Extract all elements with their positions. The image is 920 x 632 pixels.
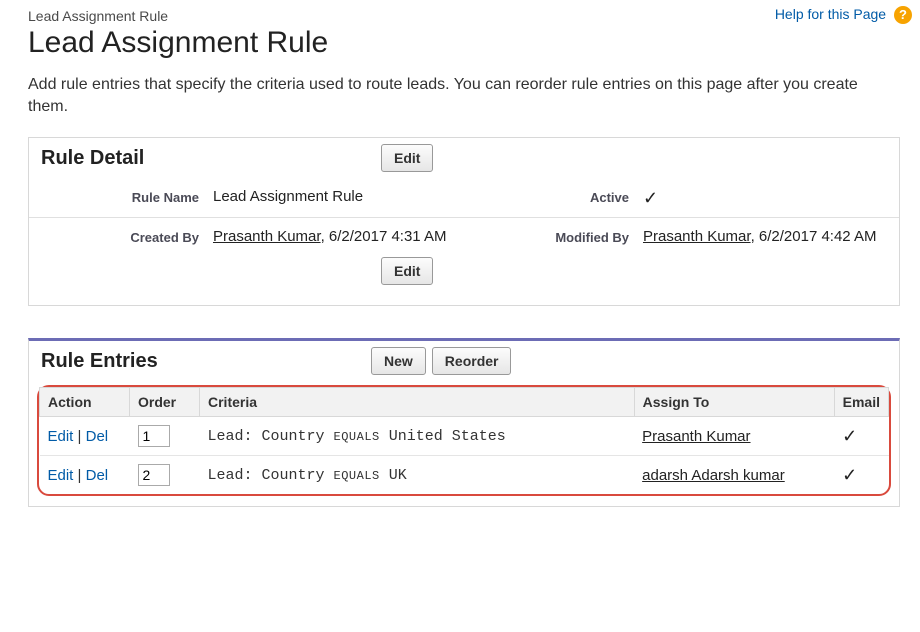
new-button[interactable]: New bbox=[371, 347, 426, 375]
order-input[interactable] bbox=[138, 464, 170, 486]
active-label: Active bbox=[523, 188, 643, 209]
col-header-criteria: Criteria bbox=[200, 388, 635, 417]
col-header-assign-to: Assign To bbox=[634, 388, 834, 417]
del-link[interactable]: Del bbox=[86, 467, 109, 484]
criteria-text: Lead: Country EQUALS UK bbox=[208, 467, 407, 484]
rule-entries-section: Rule Entries New Reorder Action Order Cr… bbox=[28, 338, 900, 507]
col-header-action: Action bbox=[40, 388, 130, 417]
help-icon: ? bbox=[894, 6, 912, 24]
rule-detail-title: Rule Detail bbox=[41, 147, 381, 170]
del-link[interactable]: Del bbox=[86, 428, 109, 445]
edit-button-bottom[interactable]: Edit bbox=[381, 257, 433, 285]
page-title: Lead Assignment Rule bbox=[28, 26, 900, 60]
created-by-label: Created By bbox=[33, 228, 213, 245]
edit-button-top[interactable]: Edit bbox=[381, 144, 433, 172]
order-input[interactable] bbox=[138, 425, 170, 447]
page-description: Add rule entries that specify the criter… bbox=[28, 74, 900, 117]
modified-by-label: Modified By bbox=[523, 228, 643, 245]
modified-by-user-link[interactable]: Prasanth Kumar bbox=[643, 228, 751, 245]
criteria-text: Lead: Country EQUALS United States bbox=[208, 428, 506, 445]
col-header-order: Order bbox=[130, 388, 200, 417]
modified-by-timestamp: , 6/2/2017 4:42 AM bbox=[751, 228, 877, 245]
rule-entries-title: Rule Entries bbox=[41, 350, 371, 373]
created-by-user-link[interactable]: Prasanth Kumar bbox=[213, 228, 321, 245]
rule-name-label: Rule Name bbox=[33, 188, 213, 209]
created-by-timestamp: , 6/2/2017 4:31 AM bbox=[321, 228, 447, 245]
edit-link[interactable]: Edit bbox=[48, 467, 74, 484]
email-check-icon: ✓ bbox=[842, 426, 857, 446]
rule-entries-highlight-box: Action Order Criteria Assign To Email Ed… bbox=[37, 385, 891, 496]
reorder-button[interactable]: Reorder bbox=[432, 347, 512, 375]
col-header-email: Email bbox=[834, 388, 888, 417]
help-for-page[interactable]: Help for this Page ? bbox=[775, 6, 912, 24]
table-row: Edit | Del Lead: Country EQUALS UK bbox=[40, 456, 889, 495]
active-check-icon: ✓ bbox=[643, 188, 658, 208]
rule-name-value: Lead Assignment Rule bbox=[213, 188, 523, 209]
rule-detail-section: Rule Detail Edit Rule Name Lead Assignme… bbox=[28, 137, 900, 306]
edit-link[interactable]: Edit bbox=[48, 428, 74, 445]
table-row: Edit | Del Lead: Country EQUALS United S… bbox=[40, 417, 889, 456]
breadcrumb: Lead Assignment Rule bbox=[28, 8, 900, 24]
assign-to-link[interactable]: Prasanth Kumar bbox=[642, 428, 750, 445]
rule-entries-table: Action Order Criteria Assign To Email Ed… bbox=[39, 387, 889, 494]
email-check-icon: ✓ bbox=[842, 465, 857, 485]
help-link[interactable]: Help for this Page bbox=[775, 6, 886, 22]
assign-to-link[interactable]: adarsh Adarsh kumar bbox=[642, 467, 785, 484]
